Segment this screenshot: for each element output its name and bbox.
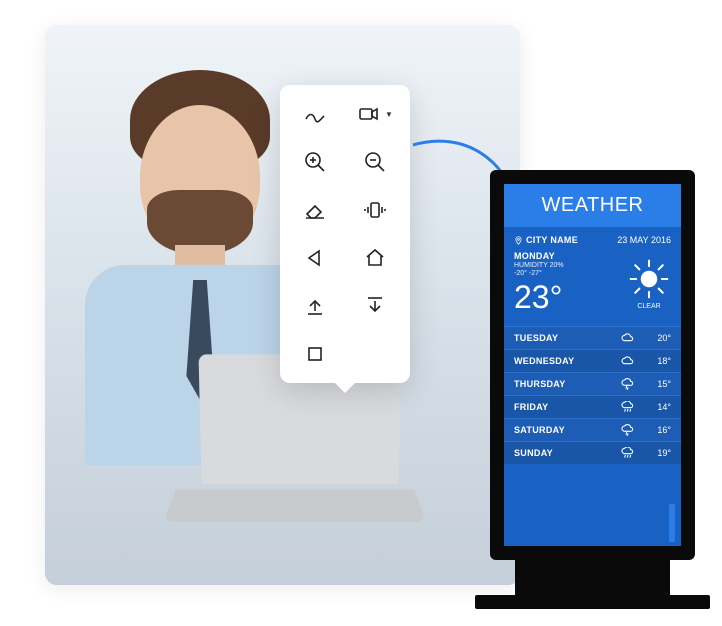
- forecast-row[interactable]: THURSDAY 15°: [504, 372, 681, 395]
- forecast-day: TUESDAY: [514, 333, 619, 343]
- forecast-temp: 19°: [645, 448, 671, 458]
- dropdown-caret-icon: ▼: [385, 110, 393, 119]
- video-icon: [357, 102, 381, 126]
- zoom-in-icon: [303, 150, 327, 174]
- video-button[interactable]: ▼: [357, 101, 393, 127]
- upload-button[interactable]: [302, 293, 328, 319]
- storm-icon: [619, 377, 637, 391]
- eraser-icon: [303, 198, 327, 222]
- remote-control-toolbar: ▼: [280, 85, 410, 383]
- city-name: CITY NAME: [526, 235, 578, 245]
- kiosk-screen[interactable]: WEATHER CITY NAME 23 MAY 2016 MONDAY HUM…: [504, 184, 681, 546]
- back-button[interactable]: [302, 245, 328, 271]
- today-day: MONDAY: [514, 251, 564, 261]
- forecast-temp: 18°: [645, 356, 671, 366]
- forecast-row[interactable]: SUNDAY 19°: [504, 441, 681, 464]
- today-temp: 23°: [514, 279, 564, 316]
- forecast-day: SUNDAY: [514, 448, 619, 458]
- forecast-temp: 15°: [645, 379, 671, 389]
- download-button[interactable]: [362, 293, 388, 319]
- cloud-icon: [619, 331, 637, 345]
- draw-button[interactable]: [302, 101, 328, 127]
- rain-icon: [619, 400, 637, 414]
- weather-date: 23 MAY 2016: [617, 235, 671, 245]
- today-humidity: HUMIDITY 20%: [514, 262, 564, 269]
- forecast-row[interactable]: FRIDAY 14°: [504, 395, 681, 418]
- forecast-row[interactable]: SATURDAY 16°: [504, 418, 681, 441]
- forecast-row[interactable]: TUESDAY 20°: [504, 326, 681, 349]
- sun-icon: [627, 257, 671, 301]
- upload-icon: [303, 294, 327, 318]
- home-icon: [363, 246, 387, 270]
- draw-icon: [303, 102, 327, 126]
- forecast-day: WEDNESDAY: [514, 356, 619, 366]
- download-icon: [363, 294, 387, 318]
- today-range: -20° -27°: [514, 270, 564, 277]
- kiosk-indicator: [669, 504, 675, 542]
- today-condition: CLEAR: [637, 303, 660, 310]
- storm-icon: [619, 423, 637, 437]
- zoom-out-button[interactable]: [362, 149, 388, 175]
- eraser-button[interactable]: [302, 197, 328, 223]
- rain-icon: [619, 446, 637, 460]
- home-button[interactable]: [362, 245, 388, 271]
- forecast-list: TUESDAY 20° WEDNESDAY 18° THURSDAY 15° FRIDAY 1…: [504, 326, 681, 464]
- forecast-temp: 20°: [645, 333, 671, 343]
- back-icon: [303, 246, 327, 270]
- cloud-icon: [619, 354, 637, 368]
- zoom-out-icon: [363, 150, 387, 174]
- stop-icon: [303, 342, 327, 366]
- forecast-temp: 14°: [645, 402, 671, 412]
- forecast-temp: 16°: [645, 425, 671, 435]
- forecast-row[interactable]: WEDNESDAY 18°: [504, 349, 681, 372]
- vibrate-icon: [363, 198, 387, 222]
- forecast-day: THURSDAY: [514, 379, 619, 389]
- stop-button[interactable]: [302, 341, 328, 367]
- digital-signage-kiosk: WEATHER CITY NAME 23 MAY 2016 MONDAY HUM…: [490, 170, 695, 615]
- location-pin-icon: [514, 236, 523, 245]
- vibrate-button[interactable]: [362, 197, 388, 223]
- forecast-day: SATURDAY: [514, 425, 619, 435]
- zoom-in-button[interactable]: [302, 149, 328, 175]
- forecast-day: FRIDAY: [514, 402, 619, 412]
- weather-title: WEATHER: [504, 184, 681, 227]
